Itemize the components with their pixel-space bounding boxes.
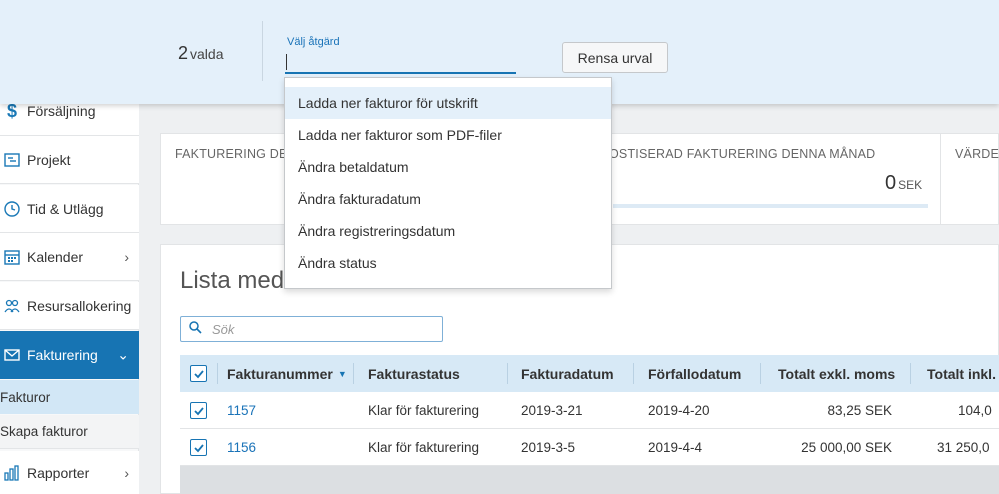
invoice-due-date: 2019-4-20	[648, 403, 710, 418]
sidebar-item-tid-utlagg[interactable]: Tid & Utlägg	[0, 185, 139, 233]
bar-chart-icon	[2, 463, 22, 483]
menu-item-andra-registreringsdatum[interactable]: Ändra registreringsdatum	[285, 215, 611, 247]
table-row[interactable]: 1156 Klar för fakturering 2019-3-5 2019-…	[180, 429, 999, 466]
invoice-due-date: 2019-4-4	[648, 440, 703, 455]
invoice-total-excl: 83,25 SEK	[827, 403, 892, 418]
menu-item-andra-status[interactable]: Ändra status	[285, 247, 611, 279]
menu-item-andra-betaldatum[interactable]: Ändra betaldatum	[285, 151, 611, 183]
kpi-label-fakturering: FAKTURERING DE	[175, 147, 288, 161]
col-totalt-exkl-moms[interactable]: Totalt exkl. moms	[778, 355, 895, 392]
col-fakturastatus[interactable]: Fakturastatus	[368, 355, 460, 392]
action-dropdown: Ladda ner fakturor för utskrift Ladda ne…	[284, 77, 612, 289]
clock-icon	[2, 199, 22, 219]
menu-item-ladda-ner-pdf[interactable]: Ladda ner fakturor som PDF-filer	[285, 119, 611, 151]
col-fakturanummer[interactable]: Fakturanummer ▼	[227, 355, 347, 392]
table-header: Fakturanummer ▼ Fakturastatus Fakturadat…	[180, 355, 999, 392]
table-row[interactable]: 1157 Klar för fakturering 2019-3-21 2019…	[180, 392, 999, 429]
chevron-right-icon: ›	[124, 464, 129, 481]
dollar-icon: $	[6, 100, 17, 121]
sidebar-item-resursallokering[interactable]: Resursallokering	[0, 282, 139, 330]
sidebar-item-projekt[interactable]: Projekt	[0, 136, 139, 184]
kpi-divider	[940, 134, 941, 224]
col-forfallodatum[interactable]: Förfallodatum	[648, 355, 741, 392]
menu-item-ladda-ner-utskrift[interactable]: Ladda ner fakturor för utskrift	[285, 87, 611, 119]
envelope-icon	[2, 345, 22, 365]
row-checkbox[interactable]	[190, 439, 207, 456]
invoice-total-excl: 25 000,00 SEK	[801, 440, 892, 455]
clear-selection-button[interactable]: Rensa urval	[562, 42, 668, 73]
sidebar-subitem-fakturor[interactable]: Fakturor	[0, 380, 139, 414]
action-field-label: Välj åtgärd	[287, 36, 340, 48]
search-input[interactable]: Sök	[180, 316, 443, 342]
col-totalt-inkl[interactable]: Totalt inkl.	[927, 355, 996, 392]
people-icon	[2, 296, 22, 316]
sort-desc-icon: ▼	[337, 368, 347, 379]
table-footer	[180, 466, 999, 494]
invoice-total-incl: 31 250,0	[937, 440, 990, 455]
search-icon	[189, 321, 202, 337]
invoice-number-link[interactable]: 1157	[227, 392, 256, 429]
action-select-input[interactable]	[285, 52, 516, 74]
invoice-date: 2019-3-5	[521, 440, 576, 455]
selected-count: 2 valda	[178, 43, 224, 63]
text-caret	[286, 54, 287, 70]
invoice-total-incl: 104,0	[958, 403, 992, 418]
sidebar-item-kalender[interactable]: Kalender ›	[0, 233, 139, 281]
sidebar-item-rapporter[interactable]: Rapporter ›	[0, 451, 139, 494]
sidebar-subitem-skapa-fakturor[interactable]: Skapa fakturor	[0, 415, 139, 449]
menu-item-andra-fakturadatum[interactable]: Ändra fakturadatum	[285, 183, 611, 215]
calendar-icon	[2, 247, 22, 267]
select-all-checkbox[interactable]	[190, 365, 207, 382]
selection-bar-divider	[262, 21, 263, 81]
kpi-label-ostiserad: OSTISERAD FAKTURERING DENNA MÅNAD	[609, 147, 876, 161]
invoice-date: 2019-3-21	[521, 403, 583, 418]
row-checkbox[interactable]	[190, 402, 207, 419]
kpi-label-vardet: VÄRDET	[955, 147, 999, 161]
sidebar-item-fakturering[interactable]: Fakturering ⌄	[0, 331, 139, 379]
kpi-progress-bar	[613, 204, 928, 208]
invoice-number-link[interactable]: 1156	[227, 429, 256, 466]
chevron-right-icon: ›	[124, 248, 129, 265]
kpi-value: 0 SEK	[885, 172, 923, 194]
invoice-status: Klar för fakturering	[368, 440, 480, 455]
invoice-status: Klar för fakturering	[368, 403, 480, 418]
project-icon	[2, 150, 22, 170]
chevron-down-icon: ⌄	[117, 346, 129, 363]
col-fakturadatum[interactable]: Fakturadatum	[521, 355, 614, 392]
